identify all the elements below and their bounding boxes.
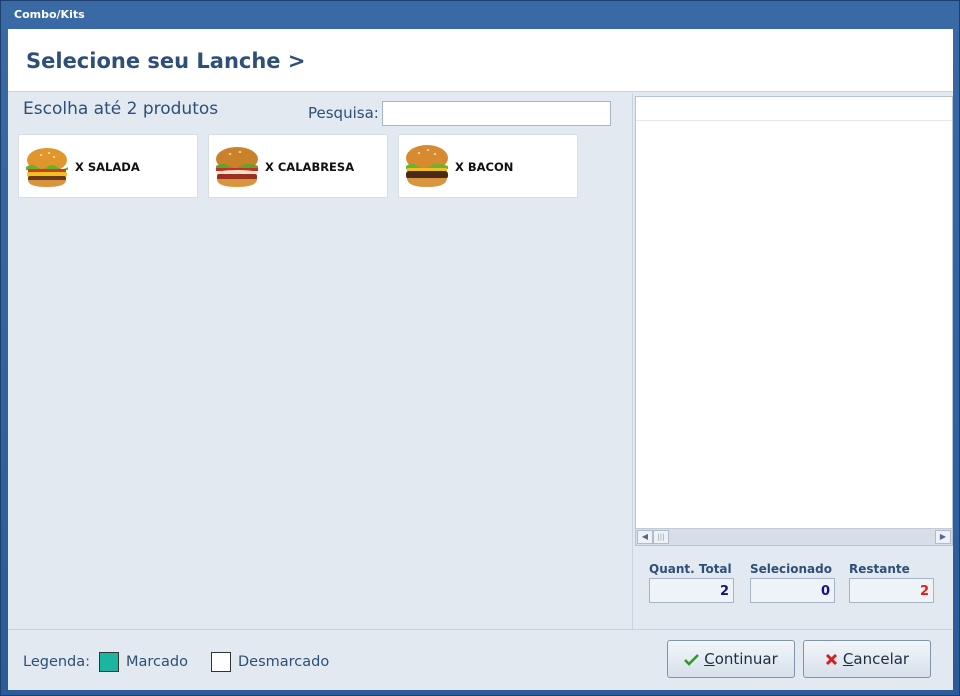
selected-items-list[interactable]: ◀ ||| ▶ xyxy=(635,96,953,546)
combo-kits-window: Combo/Kits Selecione seu Lanche > Escolh… xyxy=(0,0,960,696)
page-header: Selecione seu Lanche > xyxy=(8,29,953,92)
continue-label: Continuar xyxy=(704,650,778,668)
legend-checked-text: Marcado xyxy=(126,654,188,670)
selection-panel: ◀ ||| ▶ Quant. Total Selecionado Restant… xyxy=(632,93,953,629)
scroll-thumb[interactable]: ||| xyxy=(653,530,669,544)
scroll-right-icon[interactable]: ▶ xyxy=(935,530,951,544)
close-icon xyxy=(825,653,837,665)
continue-button[interactable]: Continuar xyxy=(667,640,795,678)
selected-value: 0 xyxy=(750,578,835,603)
horizontal-scrollbar[interactable]: ◀ ||| ▶ xyxy=(636,528,952,545)
product-card-x-calabresa[interactable]: X CALABRESA xyxy=(208,134,388,198)
choose-label: Escolha até 2 produtos xyxy=(23,99,219,119)
product-card-x-bacon[interactable]: X BACON xyxy=(398,134,578,198)
search-input[interactable] xyxy=(382,101,611,126)
checked-swatch-icon xyxy=(99,652,119,672)
burger-calabresa-icon xyxy=(216,147,258,187)
scroll-left-icon[interactable]: ◀ xyxy=(637,530,653,544)
remaining-value: 2 xyxy=(849,578,934,603)
window-title: Combo/Kits xyxy=(14,8,85,21)
selected-label: Selecionado xyxy=(750,562,832,576)
burger-salad-icon xyxy=(26,148,68,187)
burger-bacon-icon xyxy=(406,145,448,187)
cancel-label: Cancelar xyxy=(842,650,910,668)
product-name: X CALABRESA xyxy=(265,160,355,174)
remaining-label: Restante xyxy=(849,562,910,576)
checkmark-icon xyxy=(684,653,700,666)
page-title: Selecione seu Lanche > xyxy=(26,49,306,73)
cancel-button[interactable]: Cancelar xyxy=(803,640,931,678)
total-label: Quant. Total xyxy=(649,562,732,576)
product-name: X BACON xyxy=(455,160,514,174)
footer-bar: Legenda: Marcado Desmarcado Continuar Ca… xyxy=(8,629,953,690)
unchecked-swatch-icon xyxy=(211,652,231,672)
products-panel: Escolha até 2 produtos Pesquisa: X SALAD… xyxy=(8,93,632,629)
window-client: Selecione seu Lanche > Escolha até 2 pro… xyxy=(8,29,953,690)
search-label: Pesquisa: xyxy=(308,104,379,122)
legend-label: Legenda: xyxy=(23,654,91,670)
product-name: X SALADA xyxy=(75,160,140,174)
total-value: 2 xyxy=(649,578,734,603)
list-header xyxy=(636,97,952,121)
legend-unchecked-text: Desmarcado xyxy=(238,654,330,670)
product-card-x-salada[interactable]: X SALADA xyxy=(18,134,198,198)
